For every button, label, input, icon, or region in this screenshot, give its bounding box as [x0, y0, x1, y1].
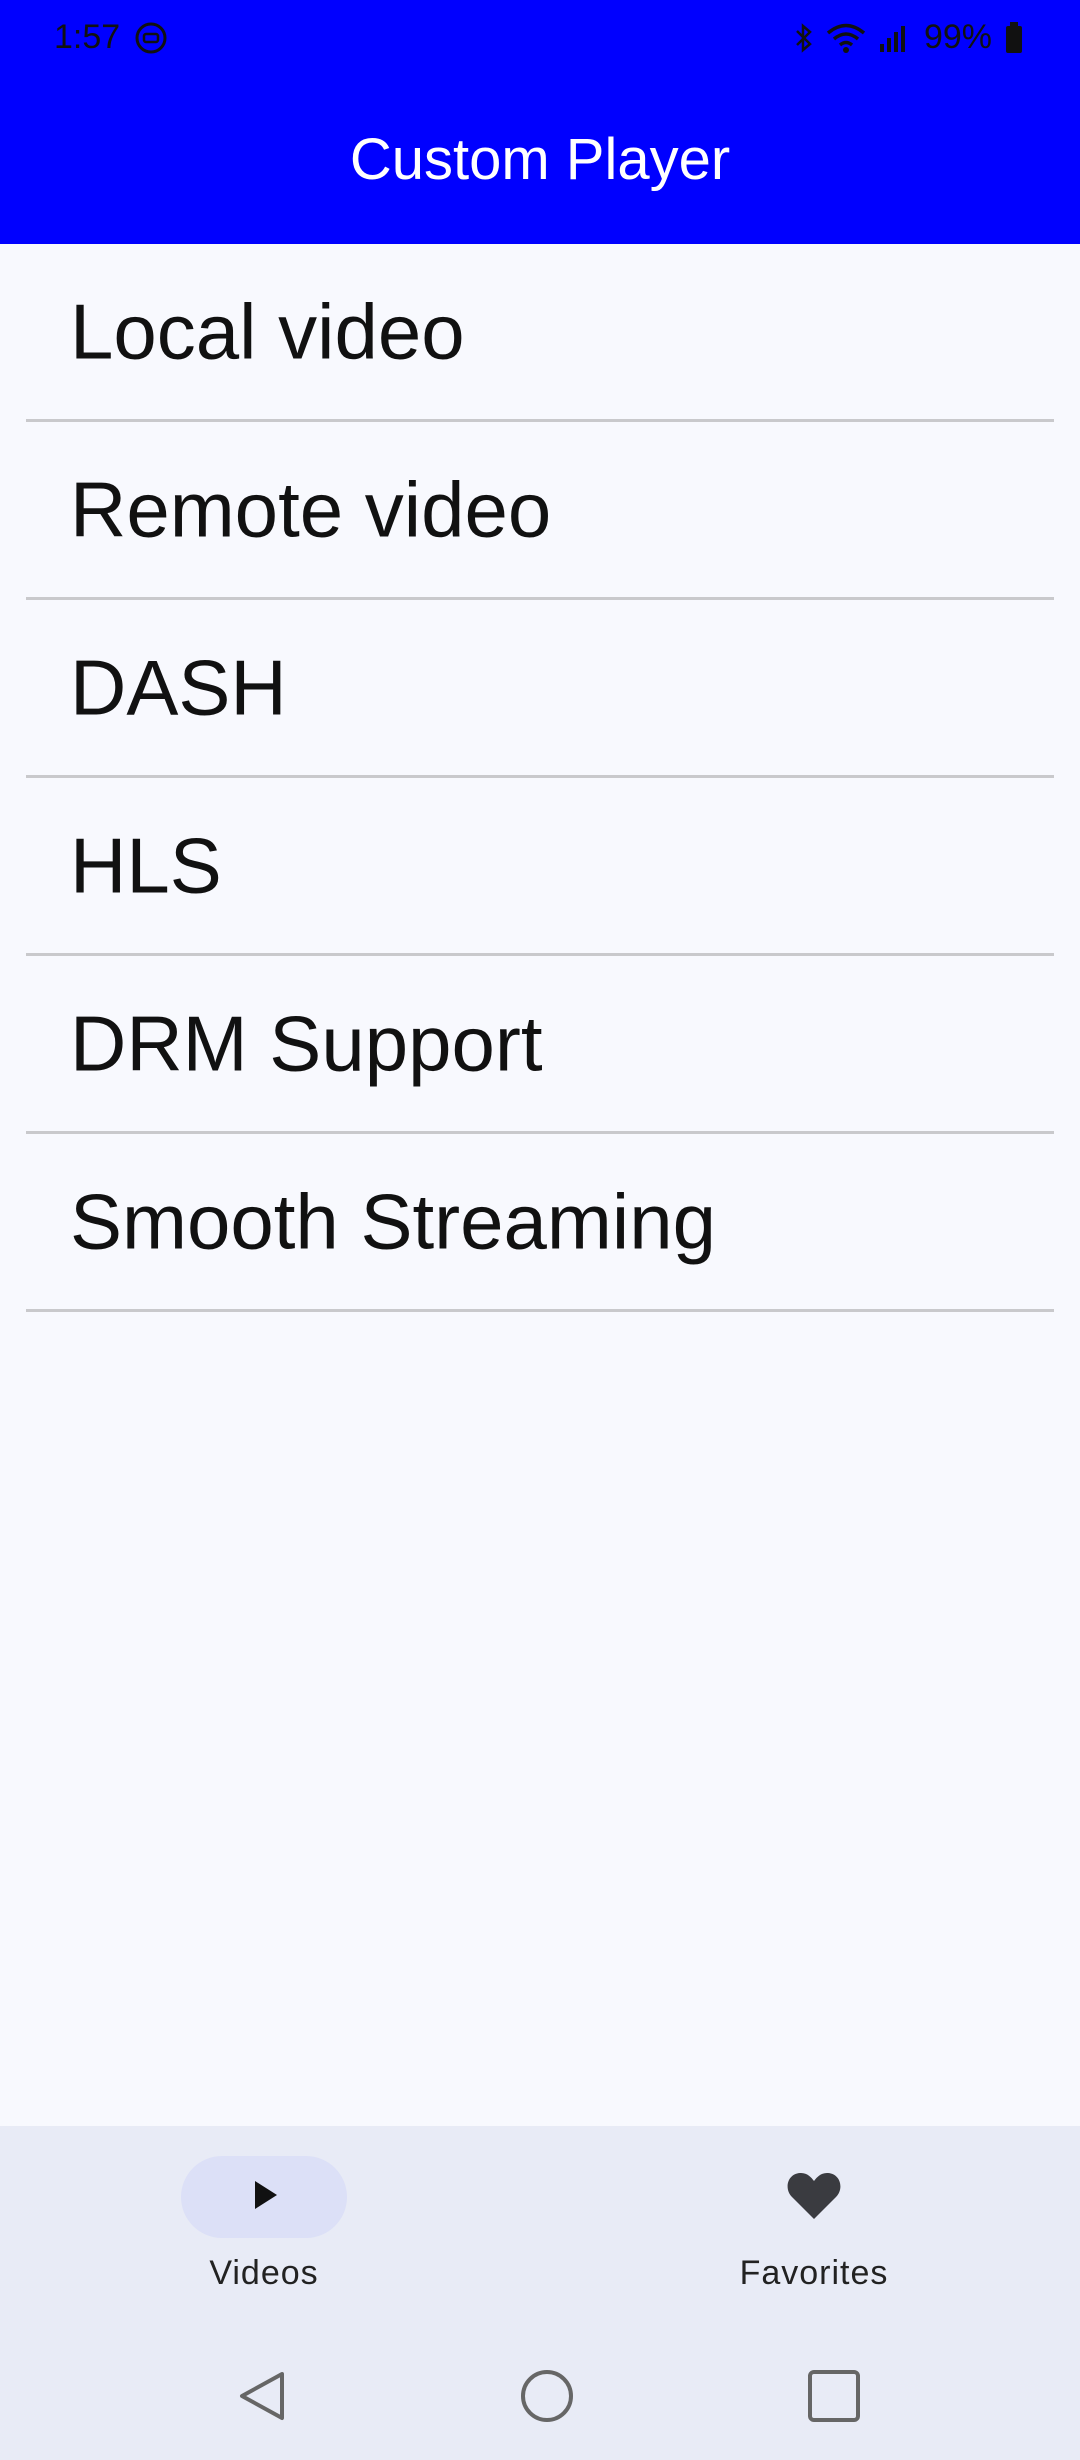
wifi-icon: [826, 22, 866, 54]
recents-button[interactable]: [802, 2366, 866, 2430]
home-icon: [519, 2368, 575, 2429]
heart-icon: [786, 2169, 842, 2226]
list-item-drm-support[interactable]: DRM Support: [26, 956, 1054, 1134]
tab-favorites[interactable]: Favorites: [684, 2156, 944, 2306]
tab-label: Favorites: [739, 2254, 889, 2292]
system-navigation-bar: [0, 2340, 1080, 2450]
list-item-local-video[interactable]: Local video: [26, 244, 1054, 422]
status-time: 1:57: [54, 18, 121, 56]
tab-label: Videos: [209, 2254, 319, 2292]
home-button[interactable]: [515, 2366, 579, 2430]
list-item-dash[interactable]: DASH: [26, 600, 1054, 778]
page-title: Custom Player: [349, 127, 731, 192]
list-item-label: Smooth Streaming: [70, 1177, 716, 1265]
recents-icon: [806, 2368, 862, 2429]
list-item-label: Remote video: [70, 465, 552, 553]
list-item-label: DASH: [70, 643, 287, 731]
list-item-label: DRM Support: [70, 999, 543, 1087]
bluetooth-icon: [794, 22, 814, 54]
app-bar: 1:57 99% Custom Player: [0, 0, 1080, 244]
video-source-list: Local video Remote video DASH HLS DRM Su…: [0, 244, 1080, 1312]
status-bar: 1:57 99%: [0, 0, 1080, 76]
back-icon: [236, 2368, 288, 2429]
battery-percent: 99%: [923, 18, 992, 56]
list-item-smooth-streaming[interactable]: Smooth Streaming: [26, 1134, 1054, 1312]
tab-videos[interactable]: Videos: [134, 2156, 394, 2306]
play-icon: [244, 2175, 284, 2220]
list-item-label: Local video: [70, 287, 465, 375]
list-item-hls[interactable]: HLS: [26, 778, 1054, 956]
signal-icon: [878, 22, 912, 54]
notification-icon: [134, 21, 168, 55]
list-item-remote-video[interactable]: Remote video: [26, 422, 1054, 600]
back-button[interactable]: [230, 2366, 294, 2430]
list-item-label: HLS: [70, 821, 222, 909]
active-indicator: [181, 2156, 347, 2238]
battery-icon: [1004, 21, 1024, 55]
tab-icon-container: [731, 2156, 897, 2238]
